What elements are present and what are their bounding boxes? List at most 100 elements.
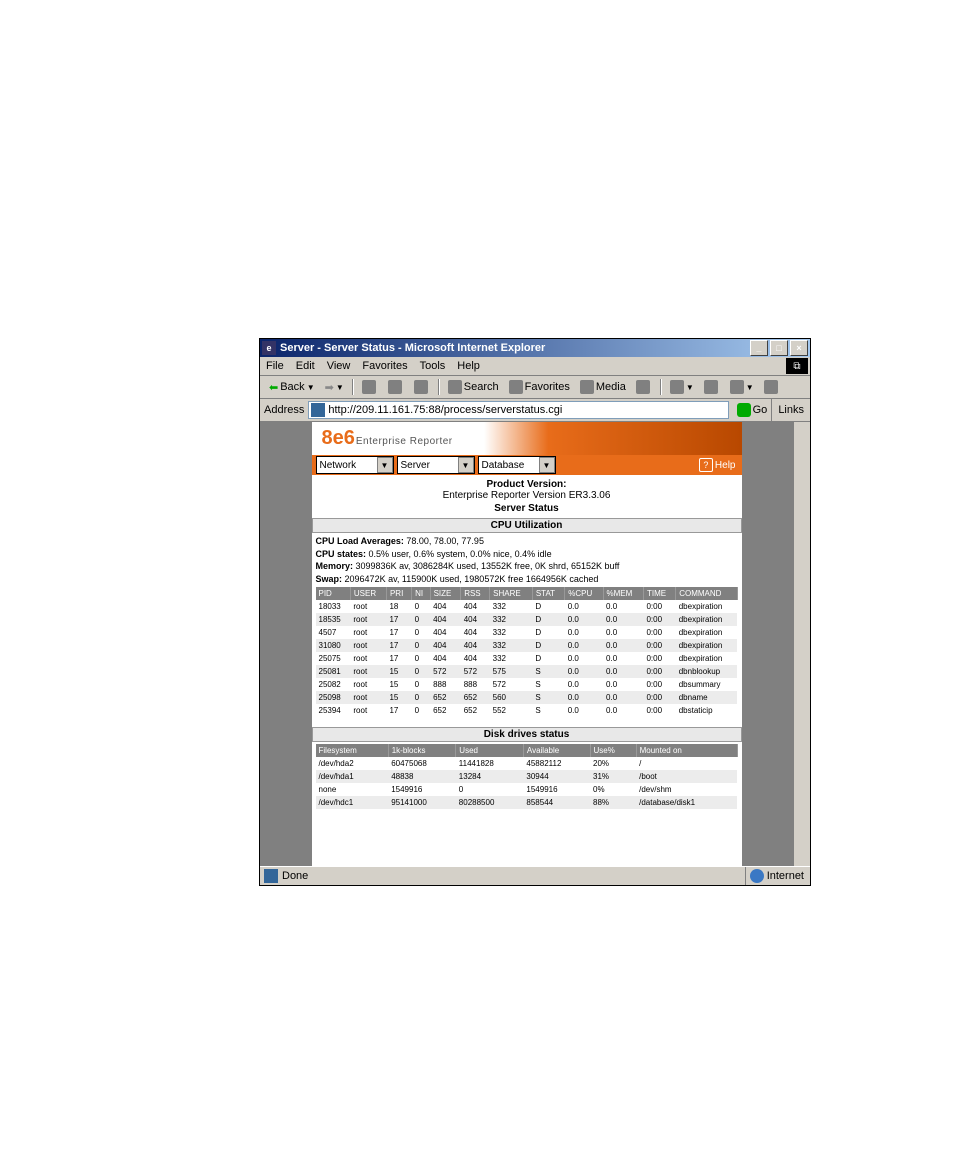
menu-view[interactable]: View [321, 360, 357, 372]
server-status-title: Server Status [312, 503, 742, 514]
proc-col-stat: STAT [532, 587, 564, 600]
window-title: Server - Server Status - Microsoft Inter… [280, 342, 748, 354]
internet-zone-icon [750, 869, 764, 883]
mail-icon [670, 380, 684, 394]
address-bar: Address http://209.11.161.75:88/process/… [260, 399, 810, 422]
links-button[interactable]: Links [771, 399, 810, 421]
titlebar: e Server - Server Status - Microsoft Int… [260, 339, 810, 357]
chevron-down-icon: ▼ [458, 457, 474, 473]
table-row: 25075root170404404332D0.00.00:00dbexpira… [316, 652, 738, 665]
proc-col-%cpu: %CPU [565, 587, 603, 600]
media-button[interactable]: Media [575, 378, 631, 396]
table-row: 25394root170652652552S0.00.00:00dbstatic… [316, 704, 738, 717]
help-icon: ? [699, 458, 713, 472]
table-row: 4507root170404404332D0.00.00:00dbexpirat… [316, 626, 738, 639]
proc-col-size: SIZE [430, 587, 461, 600]
proc-col-%mem: %MEM [603, 587, 643, 600]
forward-button[interactable]: ➡▼ [320, 379, 349, 396]
disk-col: Mounted on [636, 744, 737, 757]
refresh-icon [388, 380, 402, 394]
disk-col: Used [456, 744, 524, 757]
proc-col-pri: PRI [386, 587, 411, 600]
close-button[interactable]: × [790, 340, 808, 356]
server-dropdown[interactable]: Server▼ [397, 456, 475, 474]
proc-col-time: TIME [643, 587, 675, 600]
page-content: 8e6 Enterprise Reporter Network▼ Server▼ [312, 422, 742, 866]
database-dropdown[interactable]: Database▼ [478, 456, 556, 474]
help-link[interactable]: ? Help [699, 458, 742, 472]
process-table: PIDUSERPRINISIZERSSSHARESTAT%CPU%MEMTIME… [316, 587, 738, 717]
table-row: 18535root170404404332D0.00.00:00dbexpira… [316, 613, 738, 626]
history-button[interactable] [631, 378, 657, 396]
menu-tools[interactable]: Tools [414, 360, 452, 372]
disk-col: Available [523, 744, 590, 757]
product-version-label: Product Version: [312, 479, 742, 490]
go-button[interactable]: Go [733, 403, 772, 417]
home-icon [414, 380, 428, 394]
page-icon [311, 403, 325, 417]
print-button[interactable] [699, 378, 725, 396]
disk-col: 1k-blocks [388, 744, 456, 757]
table-row: none1549916015499160%/dev/shm [316, 783, 738, 796]
disk-section-header: Disk drives status [312, 727, 742, 742]
table-row: /dev/hda148838132843094431%/boot [316, 770, 738, 783]
maximize-button[interactable]: □ [770, 340, 788, 356]
stop-button[interactable] [357, 378, 383, 396]
history-icon [636, 380, 650, 394]
minimize-button[interactable]: _ [750, 340, 768, 356]
back-button[interactable]: ⬅ Back ▼ [264, 379, 320, 396]
stop-icon [362, 380, 376, 394]
network-dropdown[interactable]: Network▼ [316, 456, 394, 474]
menu-favorites[interactable]: Favorites [356, 360, 413, 372]
media-icon [580, 380, 594, 394]
proc-col-pid: PID [316, 587, 351, 600]
done-icon [264, 869, 278, 883]
discuss-icon [764, 380, 778, 394]
search-button[interactable]: Search [443, 378, 504, 396]
table-row: /dev/hdc1951410008028850085854488%/datab… [316, 796, 738, 809]
disk-table: Filesystem1k-blocksUsedAvailableUse%Moun… [316, 744, 738, 809]
banner: 8e6 Enterprise Reporter [312, 422, 742, 455]
security-zone: Internet [745, 867, 810, 885]
table-row: 31080root170404404332D0.00.00:00dbexpira… [316, 639, 738, 652]
go-icon [737, 403, 751, 417]
table-row: 25098root150652652560S0.00.00:00dbname [316, 691, 738, 704]
menu-file[interactable]: File [260, 360, 290, 372]
cpu-section-header: CPU Utilization [312, 518, 742, 533]
table-row: 18033root180404404332D0.00.00:00dbexpira… [316, 600, 738, 613]
table-row: 25081root150572572575S0.00.00:00dbnblook… [316, 665, 738, 678]
browser-window: e Server - Server Status - Microsoft Int… [259, 338, 811, 886]
table-row: /dev/hda260475068114418284588211220%/ [316, 757, 738, 770]
print-icon [704, 380, 718, 394]
discuss-button[interactable] [759, 378, 785, 396]
content-viewport: 8e6 Enterprise Reporter Network▼ Server▼ [260, 422, 810, 866]
status-text: Done [282, 870, 308, 882]
home-button[interactable] [409, 378, 435, 396]
statusbar: Done Internet [260, 866, 810, 885]
proc-col-share: SHARE [490, 587, 533, 600]
menu-edit[interactable]: Edit [290, 360, 321, 372]
menubar: File Edit View Favorites Tools Help ⧉ [260, 357, 810, 376]
edit-icon [730, 380, 744, 394]
address-input[interactable]: http://209.11.161.75:88/process/serverst… [308, 401, 728, 419]
brand-logo: 8e6 Enterprise Reporter [322, 427, 453, 450]
cpu-stats: CPU Load Averages: 78.00, 78.00, 77.95 C… [312, 535, 742, 585]
proc-col-rss: RSS [461, 587, 490, 600]
search-icon [448, 380, 462, 394]
chevron-down-icon: ▼ [539, 457, 555, 473]
favorites-button[interactable]: Favorites [504, 378, 575, 396]
chevron-down-icon: ▼ [377, 457, 393, 473]
proc-col-command: COMMAND [676, 587, 737, 600]
edit-button[interactable]: ▼ [725, 378, 759, 396]
disk-col: Use% [590, 744, 636, 757]
proc-col-user: USER [350, 587, 386, 600]
address-label: Address [264, 404, 304, 416]
product-version-value: Enterprise Reporter Version ER3.3.06 [312, 490, 742, 501]
ie-app-icon: e [262, 341, 276, 355]
vertical-scrollbar[interactable] [793, 422, 810, 866]
menu-help[interactable]: Help [451, 360, 486, 372]
table-row: 25082root150888888572S0.00.00:00dbsummar… [316, 678, 738, 691]
mail-button[interactable]: ▼ [665, 378, 699, 396]
favorites-icon [509, 380, 523, 394]
refresh-button[interactable] [383, 378, 409, 396]
